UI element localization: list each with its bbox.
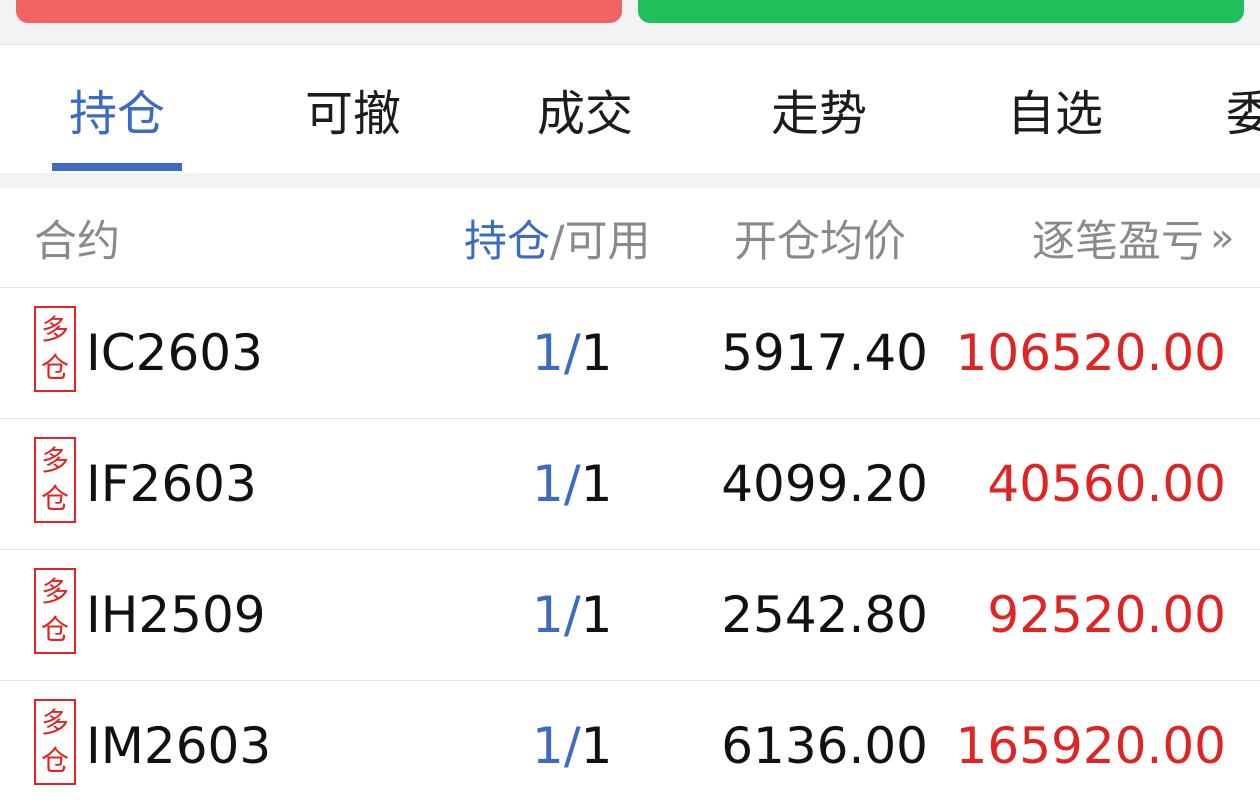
position-qty: 1/1	[532, 324, 613, 382]
header-position-held: 持仓	[464, 216, 550, 267]
header-position[interactable]: 持仓/可用	[464, 188, 651, 287]
positions-screen: 持仓 可撤 成交 走势 自选 委 合约 持仓/可用 开仓均价 逐笔盈亏» 多仓 …	[0, 0, 1260, 810]
table-row[interactable]: 多仓 IM2603 1/1 6136.00 165920.00	[0, 681, 1260, 810]
header-position-available: /可用	[550, 216, 651, 267]
avg-open-price: 2542.80	[721, 586, 928, 644]
tab-orders[interactable]: 委	[1226, 45, 1260, 173]
position-pnl: 106520.00	[955, 324, 1226, 382]
avg-open-price: 4099.20	[721, 455, 928, 513]
tab-cancellable[interactable]: 可撤	[288, 45, 418, 173]
tab-bar: 持仓 可撤 成交 走势 自选 委	[0, 44, 1260, 173]
contract-code: IH2509	[86, 586, 266, 644]
header-contract: 合约	[34, 216, 120, 267]
long-position-badge: 多仓	[34, 306, 76, 392]
table-row[interactable]: 多仓 IF2603 1/1 4099.20 40560.00	[0, 419, 1260, 550]
tab-positions[interactable]: 持仓	[52, 45, 182, 173]
header-pnl-label: 逐笔盈亏	[1032, 216, 1204, 267]
buy-button[interactable]	[638, 0, 1244, 23]
position-pnl: 165920.00	[955, 717, 1226, 775]
header-avg-open-price: 开仓均价	[734, 216, 906, 267]
tab-trend[interactable]: 走势	[754, 45, 884, 173]
contract-code: IC2603	[86, 324, 263, 382]
position-pnl: 40560.00	[987, 455, 1226, 513]
double-chevron-right-icon[interactable]: »	[1210, 215, 1234, 261]
contract-code: IM2603	[86, 717, 272, 775]
tab-watchlist[interactable]: 自选	[990, 45, 1120, 173]
contract-code: IF2603	[86, 455, 257, 513]
position-qty: 1/1	[532, 586, 613, 644]
header-pnl[interactable]: 逐笔盈亏»	[1032, 188, 1234, 287]
table-row[interactable]: 多仓 IC2603 1/1 5917.40 106520.00	[0, 288, 1260, 419]
long-position-badge: 多仓	[34, 437, 76, 523]
avg-open-price: 6136.00	[721, 717, 928, 775]
positions-table: 合约 持仓/可用 开仓均价 逐笔盈亏» 多仓 IC2603 1/1 5917.4…	[0, 188, 1260, 810]
active-tab-indicator	[52, 163, 182, 171]
position-qty: 1/1	[532, 455, 613, 513]
long-position-badge: 多仓	[34, 699, 76, 785]
position-pnl: 92520.00	[987, 586, 1226, 644]
avg-open-price: 5917.40	[721, 324, 928, 382]
table-header: 合约 持仓/可用 开仓均价 逐笔盈亏»	[0, 188, 1260, 288]
long-position-badge: 多仓	[34, 568, 76, 654]
sell-button[interactable]	[16, 0, 622, 23]
table-row[interactable]: 多仓 IH2509 1/1 2542.80 92520.00	[0, 550, 1260, 681]
position-qty: 1/1	[532, 717, 613, 775]
tab-trades[interactable]: 成交	[520, 45, 650, 173]
